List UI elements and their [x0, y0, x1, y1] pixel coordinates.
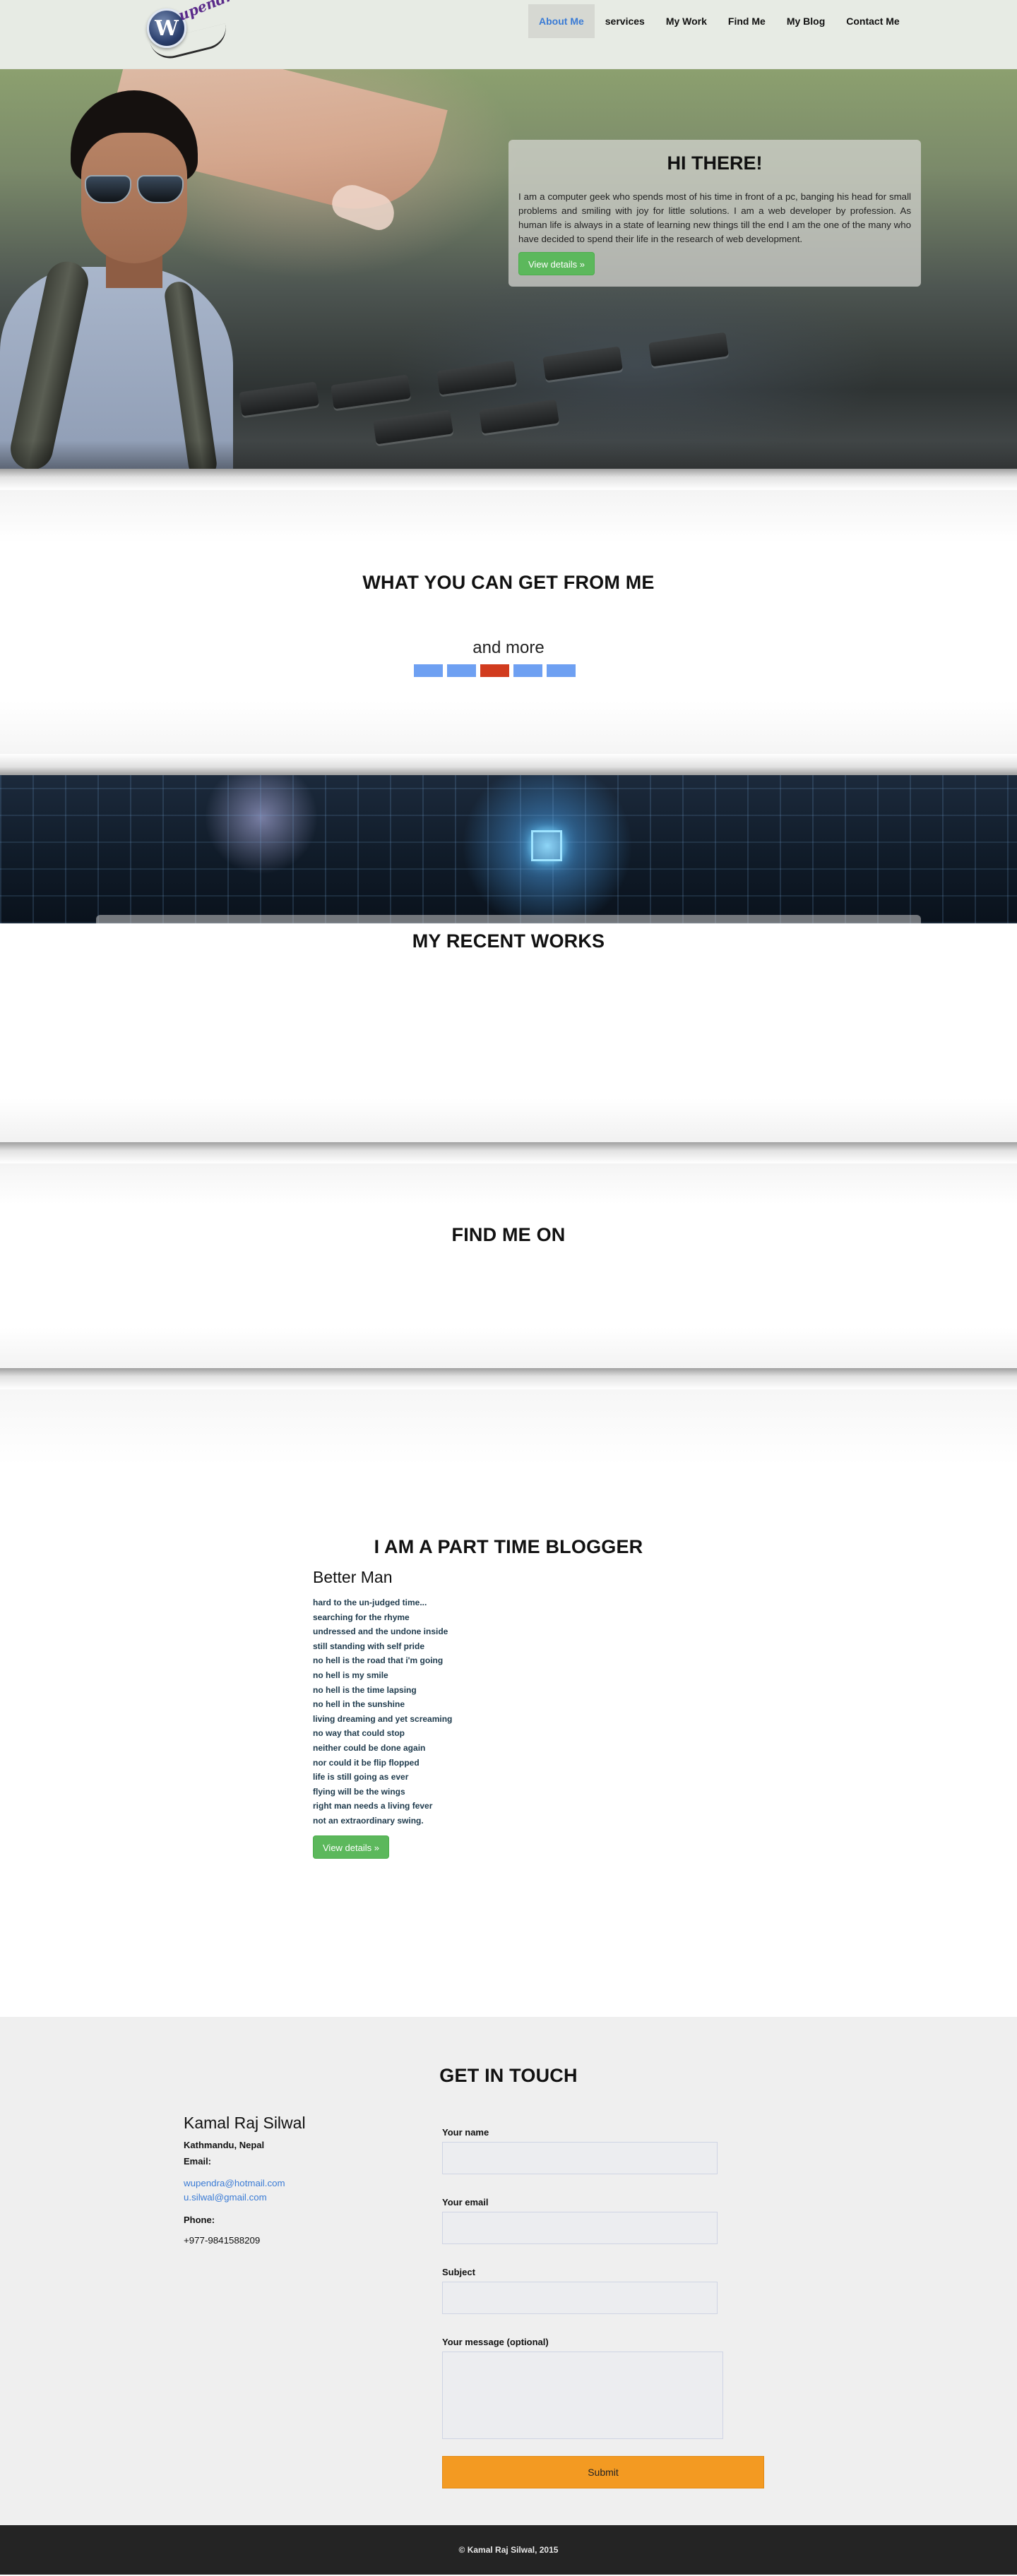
- poem-line: still standing with self pride: [313, 1641, 425, 1651]
- poem-line: no hell is the time lapsing: [313, 1684, 417, 1695]
- view-details-button[interactable]: View details »: [518, 252, 595, 275]
- navbar: W upendra About Me services My Work Find…: [0, 0, 1017, 69]
- poem-line: living dreaming and yet screaming: [313, 1713, 453, 1724]
- carousel-indicator[interactable]: [547, 664, 576, 677]
- message-field[interactable]: [442, 2352, 723, 2439]
- intro-title: HI THERE!: [667, 152, 763, 174]
- poem-line: hard to the un-judged time...: [313, 1598, 427, 1607]
- section-divider-shadow: [0, 754, 1017, 775]
- subject-label: Subject: [442, 2267, 475, 2277]
- email-field-label: Your email: [442, 2197, 489, 2207]
- blog-post-poem: hard to the un-judged time... searching …: [313, 1595, 666, 1828]
- nav-item-services[interactable]: services: [595, 4, 655, 38]
- poem-line: no hell is the road that i'm going: [313, 1655, 444, 1666]
- email-label: Email:: [184, 2156, 212, 2167]
- contact-form: Your name Your email Subject Your messag…: [442, 2127, 767, 2488]
- phone-number: +977-9841588209: [184, 2235, 261, 2246]
- works-title: MY RECENT WORKS: [412, 930, 605, 952]
- contact-info: Kamal Raj Silwal Kathmandu, Nepal Email:…: [184, 2114, 396, 2246]
- name-field[interactable]: [442, 2142, 718, 2174]
- poem-line: right man needs a living fever: [313, 1801, 433, 1811]
- blog-section: I AM A PART TIME BLOGGER Better Man hard…: [0, 1389, 1017, 2017]
- nav-item-my-work[interactable]: My Work: [655, 4, 718, 38]
- contact-name: Kamal Raj Silwal: [184, 2114, 306, 2132]
- blog-post: Better Man hard to the un-judged time...…: [313, 1568, 666, 1859]
- hero-portrait-image: [0, 90, 240, 469]
- poem-line: not an extraordinary swing.: [313, 1815, 424, 1826]
- main-nav: About Me services My Work Find Me My Blo…: [528, 4, 910, 38]
- phone-label: Phone:: [184, 2215, 215, 2225]
- poem-line: neither could be done again: [313, 1742, 426, 1753]
- carousel-indicator[interactable]: [513, 664, 542, 677]
- contact-address: Kathmandu, Nepal: [184, 2140, 265, 2150]
- poem-line: nor could it be flip flopped: [313, 1757, 420, 1768]
- carousel-indicator[interactable]: [447, 664, 476, 677]
- poem-line: searching for the rhyme: [313, 1612, 410, 1622]
- banner-strip: [96, 915, 921, 923]
- carousel-indicator-active[interactable]: [480, 664, 509, 677]
- poem-line: no hell in the sunshine: [313, 1699, 405, 1710]
- subject-field[interactable]: [442, 2282, 718, 2314]
- name-label: Your name: [442, 2127, 489, 2138]
- site-logo[interactable]: W upendra: [144, 0, 243, 63]
- blog-view-details-button[interactable]: View details »: [313, 1835, 389, 1859]
- carousel-indicator[interactable]: [414, 664, 443, 677]
- services-subtitle: and more: [472, 638, 545, 657]
- circuit-banner-image: [0, 775, 1017, 923]
- nav-item-find-me[interactable]: Find Me: [718, 4, 776, 38]
- email-field[interactable]: [442, 2212, 718, 2244]
- section-divider-shadow: [0, 1368, 1017, 1389]
- logo-wordmark: upendra: [176, 0, 244, 24]
- poem-line: flying will be the wings: [313, 1786, 405, 1797]
- hero-keyboard-image: [212, 332, 848, 445]
- hero-section: HI THERE! I am a computer geek who spend…: [0, 69, 1017, 469]
- contact-title: GET IN TOUCH: [439, 2065, 578, 2086]
- contact-section: GET IN TOUCH Kamal Raj Silwal Kathmandu,…: [0, 2017, 1017, 2525]
- message-label: Your message (optional): [442, 2337, 549, 2347]
- section-divider-shadow: [0, 1142, 1017, 1163]
- blog-title: I AM A PART TIME BLOGGER: [374, 1536, 643, 1557]
- sunglasses-icon: [85, 175, 184, 203]
- poem-line: life is still going as ever: [313, 1772, 409, 1783]
- poem-line: no way that could stop: [313, 1728, 405, 1739]
- email-link-gmail[interactable]: u.silwal@gmail.com: [184, 2191, 396, 2205]
- find-me-section: FIND ME ON: [0, 1163, 1017, 1368]
- email-link-hotmail[interactable]: wupendra@hotmail.com: [184, 2176, 396, 2191]
- carousel-indicators: [414, 664, 576, 677]
- blog-post-title: Better Man: [313, 1568, 393, 1586]
- intro-text: I am a computer geek who spends most of …: [518, 191, 911, 244]
- chip-icon: [531, 830, 562, 861]
- intro-card: HI THERE! I am a computer geek who spend…: [509, 140, 921, 287]
- footer-copyright: © Kamal Raj Silwal, 2015: [458, 2545, 559, 2555]
- nav-item-contact-me[interactable]: Contact Me: [835, 4, 910, 38]
- poem-line: undressed and the undone inside: [313, 1627, 448, 1637]
- services-title: WHAT YOU CAN GET FROM ME: [362, 572, 655, 593]
- section-divider-shadow: [0, 469, 1017, 490]
- footer: © Kamal Raj Silwal, 2015: [0, 2525, 1017, 2575]
- find-me-title: FIND ME ON: [451, 1224, 566, 1245]
- nav-item-about-me[interactable]: About Me: [528, 4, 595, 38]
- services-section: WHAT YOU CAN GET FROM ME and more: [0, 490, 1017, 754]
- works-section: MY RECENT WORKS: [0, 923, 1017, 1142]
- poem-line: no hell is my smile: [313, 1670, 388, 1680]
- nav-item-my-blog[interactable]: My Blog: [776, 4, 835, 38]
- submit-button[interactable]: Submit: [442, 2456, 764, 2488]
